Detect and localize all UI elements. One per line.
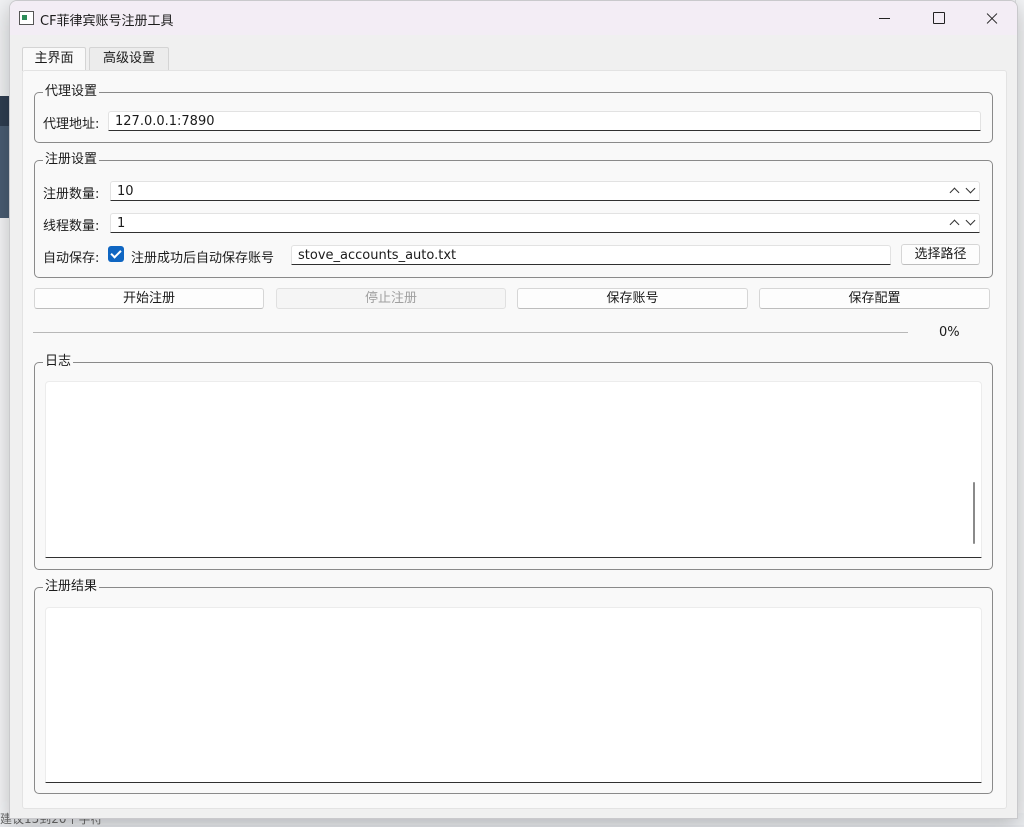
title-bar[interactable]: CF菲律宾账号注册工具 (10, 1, 1017, 35)
register-count-label: 注册数量: (43, 187, 100, 202)
result-group: 注册结果 (34, 579, 993, 794)
spin-arrows-icon[interactable] (947, 215, 977, 230)
background-image-strip-dark (0, 96, 9, 126)
log-title: 日志 (43, 354, 74, 370)
app-window: CF菲律宾账号注册工具 主界面 高级设置 代理设置 代理地址: 127.0.0.… (9, 0, 1018, 819)
maximize-button[interactable] (915, 1, 961, 35)
progress-percent-text: 0% (939, 325, 960, 340)
window-title: CF菲律宾账号注册工具 (40, 14, 174, 29)
spin-arrows-icon[interactable] (947, 183, 977, 198)
save-config-button[interactable]: 保存配置 (759, 288, 990, 309)
thread-count-value: 1 (117, 216, 126, 231)
thread-count-spinbox[interactable]: 1 (110, 213, 980, 233)
log-textarea[interactable] (45, 381, 982, 558)
autosave-checkbox-text[interactable]: 注册成功后自动保存账号 (131, 247, 274, 266)
close-button[interactable] (968, 1, 1014, 35)
register-settings-group: 注册设置 注册数量: 10 线程数量: 1 自动保存: 注册成功后自动保存账号 … (34, 152, 993, 278)
log-group: 日志 (34, 354, 993, 570)
register-settings-title: 注册设置 (43, 152, 100, 168)
minimize-button[interactable] (862, 1, 908, 35)
save-accounts-button[interactable]: 保存账号 (517, 288, 748, 309)
proxy-address-input[interactable]: 127.0.0.1:7890 (108, 111, 981, 131)
log-scrollbar[interactable] (973, 482, 975, 544)
result-textarea[interactable] (45, 607, 982, 783)
tab-main[interactable]: 主界面 (22, 47, 86, 71)
autosave-checkbox[interactable] (108, 246, 124, 262)
start-register-button[interactable]: 开始注册 (34, 288, 264, 309)
register-count-spinbox[interactable]: 10 (110, 181, 980, 201)
app-icon (19, 11, 34, 25)
autosave-file-input[interactable]: stove_accounts_auto.txt (291, 245, 891, 265)
proxy-settings-group: 代理设置 代理地址: 127.0.0.1:7890 (34, 84, 993, 143)
autosave-label: 自动保存: (43, 251, 100, 266)
tab-advanced-settings[interactable]: 高级设置 (89, 47, 169, 70)
client-area: 主界面 高级设置 代理设置 代理地址: 127.0.0.1:7890 注册设置 … (10, 35, 1017, 818)
main-tab-panel: 代理设置 代理地址: 127.0.0.1:7890 注册设置 注册数量: 10 … (22, 70, 1007, 809)
result-title: 注册结果 (43, 579, 100, 595)
stop-register-button[interactable]: 停止注册 (276, 288, 506, 309)
register-count-value: 10 (117, 184, 134, 199)
background-left-column (0, 218, 9, 818)
proxy-settings-title: 代理设置 (43, 84, 100, 100)
choose-path-button[interactable]: 选择路径 (901, 244, 980, 265)
thread-count-label: 线程数量: (43, 219, 100, 234)
proxy-address-label: 代理地址: (43, 117, 100, 132)
progress-bar (33, 332, 908, 333)
